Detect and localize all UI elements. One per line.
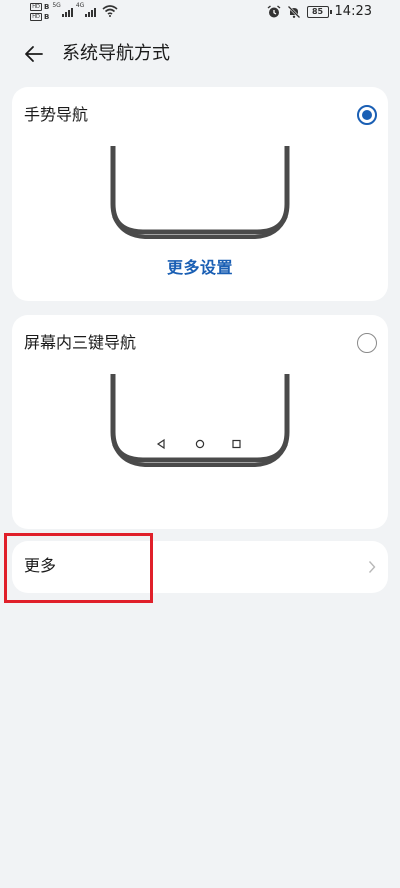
- gesture-phone-illustration: [110, 146, 290, 239]
- chevron-right-icon: [368, 561, 376, 573]
- sim1-icon: HD: [30, 3, 42, 11]
- back-key-icon: [156, 438, 165, 450]
- mute-icon: [287, 5, 300, 18]
- radio-three-key-unselected[interactable]: [357, 333, 377, 353]
- status-bar: HD B HD B 5G 4G 85 14:23: [0, 0, 400, 28]
- option-card-three-key-navigation[interactable]: 屏幕内三键导航: [12, 315, 388, 529]
- signal-icon-2: [85, 5, 97, 17]
- more-settings-link[interactable]: 更多设置: [12, 257, 388, 279]
- network-type-1: 5G: [52, 2, 61, 9]
- sim-row-2: HD B: [30, 13, 49, 21]
- option-card-gesture-navigation[interactable]: 手势导航 更多设置: [12, 87, 388, 301]
- app-bar: 系统导航方式: [0, 36, 400, 72]
- sim1-badge: B: [44, 3, 50, 11]
- sim-indicators: HD B HD B: [30, 3, 49, 21]
- wifi-icon: [102, 5, 118, 17]
- recents-key-icon: [232, 439, 241, 449]
- option-label-gesture: 手势导航: [24, 105, 89, 124]
- status-left: HD B HD B 5G 4G: [30, 3, 118, 21]
- status-right: 85 14:23: [267, 4, 372, 19]
- three-key-phone-illustration: [110, 374, 290, 467]
- page-title: 系统导航方式: [62, 43, 170, 64]
- radio-gesture-selected[interactable]: [357, 105, 377, 125]
- option-label-three-key: 屏幕内三键导航: [24, 333, 137, 352]
- sim2-icon: HD: [30, 13, 42, 21]
- sim2-badge: B: [44, 13, 50, 21]
- back-arrow-icon[interactable]: [22, 42, 46, 66]
- signal-icon-1: [61, 5, 73, 17]
- battery-icon: 85: [306, 5, 332, 18]
- sim-row-1: HD B: [30, 3, 49, 11]
- screen: HD B HD B 5G 4G 85 14:23 系统导航方式 手势导航 更多设…: [0, 0, 400, 888]
- alarm-icon: [267, 4, 280, 17]
- highlight-box: [4, 533, 153, 603]
- network-type-2: 4G: [75, 2, 85, 9]
- clock: 14:23: [334, 4, 372, 19]
- home-key-icon: [195, 439, 205, 449]
